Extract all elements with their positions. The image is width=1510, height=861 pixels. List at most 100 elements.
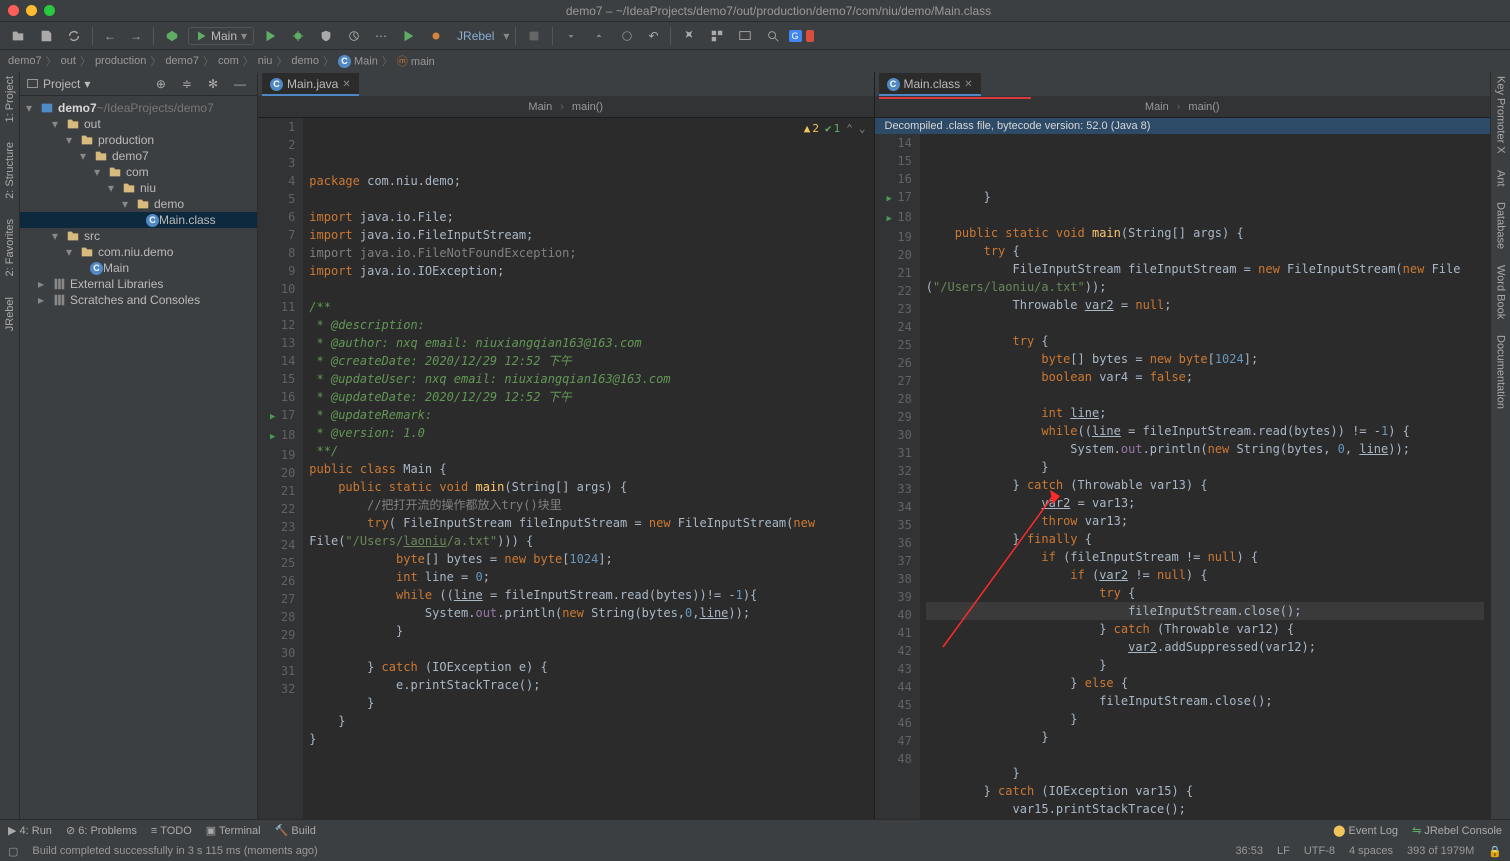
side-tab[interactable]: 2: Structure — [4, 142, 16, 199]
tree-folder[interactable]: ▸Scratches and Consoles — [20, 292, 257, 308]
hide-panel-icon[interactable]: — — [229, 74, 251, 94]
vcs-update-button[interactable] — [559, 26, 583, 46]
decompiled-banner: Decompiled .class file, bytecode version… — [875, 118, 1491, 134]
breadcrumb-item[interactable]: C Main — [338, 55, 378, 68]
project-expand-icon[interactable]: ≑ — [177, 74, 197, 94]
line-sep[interactable]: LF — [1277, 845, 1290, 857]
editor-bc-method[interactable]: main() — [1188, 101, 1219, 113]
inspection-down-icon[interactable]: ⌄ — [859, 120, 866, 138]
tree-folder[interactable]: ▾niu — [20, 180, 257, 196]
left-code-area[interactable]: 12345678910111213141516▶ 17▶ 18192021222… — [258, 118, 874, 819]
window-titlebar: demo7 – ~/IdeaProjects/demo7/out/product… — [0, 0, 1510, 22]
run-config-selector[interactable]: Main ▾ — [188, 27, 254, 45]
more-run-button[interactable]: ⋯ — [370, 26, 392, 46]
run-button[interactable] — [258, 26, 282, 46]
ok-badge[interactable]: ✔1 — [825, 120, 840, 138]
open-button[interactable] — [6, 26, 30, 46]
side-tab[interactable]: Word Book — [1495, 265, 1507, 319]
side-tab[interactable]: Key Promoter X — [1495, 76, 1507, 154]
vcs-commit-button[interactable] — [587, 26, 611, 46]
vcs-rollback-button[interactable]: ↶ — [643, 26, 663, 46]
warnings-badge[interactable]: ▲2 — [804, 120, 819, 138]
sync-button[interactable] — [62, 26, 86, 46]
addon-button[interactable] — [806, 30, 815, 42]
settings-button[interactable] — [677, 26, 701, 46]
tree-folder[interactable]: ▾com.niu.demo — [20, 244, 257, 260]
project-target-icon[interactable]: ⊕ — [151, 74, 171, 94]
tree-folder[interactable]: ▾demo — [20, 196, 257, 212]
jrebel-run-button[interactable] — [396, 26, 420, 46]
tree-folder[interactable]: ▾demo7 — [20, 148, 257, 164]
encoding[interactable]: UTF-8 — [1304, 845, 1335, 857]
ide-button[interactable] — [733, 26, 757, 46]
breadcrumb-item[interactable]: demo7 — [8, 55, 42, 67]
breadcrumb-item[interactable]: production — [95, 55, 146, 67]
forward-button[interactable]: → — [125, 26, 147, 46]
breadcrumb-item[interactable]: niu — [258, 55, 273, 67]
left-editor: CMain.java✕ Main›main() 1234567891011121… — [258, 72, 875, 819]
project-structure-button[interactable] — [705, 26, 729, 46]
cursor-pos[interactable]: 36:53 — [1235, 845, 1263, 857]
left-tool-strip: 1: Project 2: Structure 2: Favorites JRebel — [0, 72, 20, 819]
breadcrumb-item[interactable]: out — [61, 55, 76, 67]
breadcrumb-item[interactable]: com — [218, 55, 239, 67]
debug-button[interactable] — [286, 26, 310, 46]
lock-icon[interactable]: 🔒 — [1488, 845, 1502, 858]
side-tab[interactable]: 1: Project — [4, 76, 16, 122]
tab-main-class[interactable]: CMain.class✕ — [879, 73, 981, 96]
editor-bc-method[interactable]: main() — [572, 101, 603, 113]
editor-bc-class[interactable]: Main — [1145, 101, 1169, 113]
tab-run[interactable]: ▶ 4: Run — [8, 824, 52, 837]
jrebel-debug-button[interactable] — [424, 26, 448, 46]
side-tab[interactable]: 2: Favorites — [4, 219, 16, 276]
close-window-icon[interactable] — [8, 5, 19, 16]
tree-file[interactable]: CMain.class — [20, 212, 257, 228]
indent[interactable]: 4 spaces — [1349, 845, 1393, 857]
back-button[interactable]: ← — [99, 26, 121, 46]
close-tab-icon[interactable]: ✕ — [342, 79, 350, 90]
tree-folder[interactable]: ▾out — [20, 116, 257, 132]
tab-todo[interactable]: ≡ TODO — [151, 825, 192, 837]
status-bar: ▢ Build completed successfully in 3 s 11… — [0, 841, 1510, 861]
vcs-history-button[interactable] — [615, 26, 639, 46]
project-panel: Project ▾ ⊕ ≑ ✻ — ▾demo7 ~/IdeaProjects/… — [20, 72, 258, 819]
translate-button[interactable]: G — [789, 30, 802, 42]
main-toolbar: ← → Main ▾ ⋯ JRebel ▾ ↶ G — [0, 22, 1510, 50]
inspection-up-icon[interactable]: ⌃ — [846, 120, 853, 138]
memory[interactable]: 393 of 1979M — [1407, 845, 1474, 857]
project-tree[interactable]: ▾demo7 ~/IdeaProjects/demo7▾out▾producti… — [20, 96, 257, 312]
save-button[interactable] — [34, 26, 58, 46]
breadcrumb-item[interactable]: demo — [291, 55, 319, 67]
event-log-tab[interactable]: ⬤ Event Log — [1333, 824, 1398, 837]
side-tab[interactable]: Documentation — [1495, 335, 1507, 409]
jrebel-console-tab[interactable]: ⇋ JRebel Console — [1412, 824, 1502, 837]
gear-icon[interactable]: ✻ — [203, 74, 223, 94]
tree-folder[interactable]: ▾com — [20, 164, 257, 180]
minimize-window-icon[interactable] — [26, 5, 37, 16]
tab-main-java[interactable]: CMain.java✕ — [262, 73, 359, 96]
editor-bc-class[interactable]: Main — [528, 101, 552, 113]
bottom-tool-tabs: ▶ 4: Run ⊘ 6: Problems ≡ TODO ▣ Terminal… — [0, 819, 1510, 841]
profile-button[interactable] — [342, 26, 366, 46]
tree-file[interactable]: CMain — [20, 260, 257, 276]
tab-terminal[interactable]: ▣ Terminal — [206, 824, 261, 837]
side-tab[interactable]: Ant — [1495, 170, 1507, 187]
tree-folder[interactable]: ▸External Libraries — [20, 276, 257, 292]
breadcrumb-item[interactable]: demo7 — [165, 55, 199, 67]
side-tab[interactable]: Database — [1495, 202, 1507, 249]
build-button[interactable] — [160, 26, 184, 46]
tab-build[interactable]: 🔨 Build — [275, 824, 316, 837]
tree-folder[interactable]: ▾production — [20, 132, 257, 148]
tree-root[interactable]: ▾demo7 ~/IdeaProjects/demo7 — [20, 100, 257, 116]
tab-problems[interactable]: ⊘ 6: Problems — [66, 824, 137, 837]
stop-button[interactable] — [522, 26, 546, 46]
search-button[interactable] — [761, 26, 785, 46]
close-tab-icon[interactable]: ✕ — [964, 79, 972, 90]
side-tab[interactable]: JRebel — [4, 297, 16, 331]
jrebel-label: JRebel — [452, 26, 499, 46]
right-code-area[interactable]: 141516▶ 17▶ 1819202122232425262728293031… — [875, 134, 1491, 819]
maximize-window-icon[interactable] — [44, 5, 55, 16]
tree-folder[interactable]: ▾src — [20, 228, 257, 244]
coverage-button[interactable] — [314, 26, 338, 46]
breadcrumb-item[interactable]: ⓜ main — [397, 53, 435, 69]
